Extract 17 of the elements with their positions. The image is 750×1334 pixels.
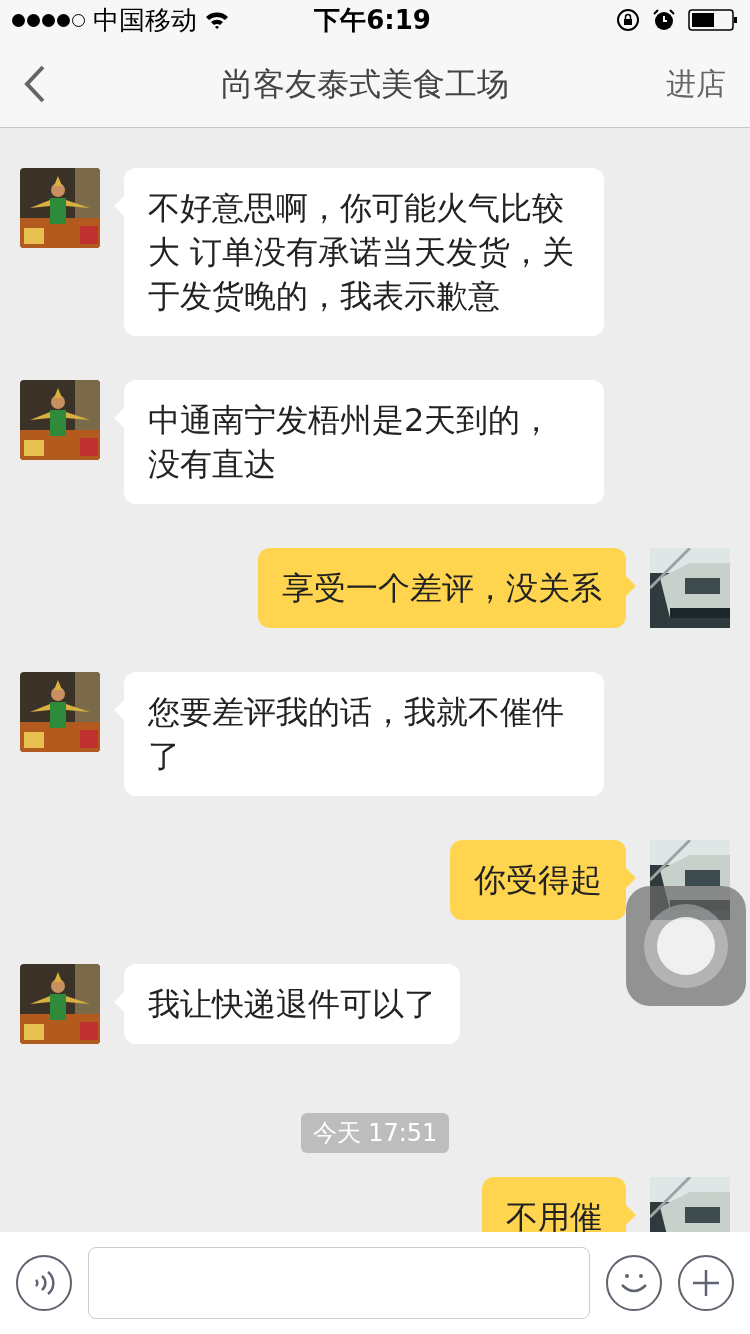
carrier-name: 中国移动 xyxy=(93,3,197,37)
add-button[interactable] xyxy=(678,1255,734,1311)
plus-icon xyxy=(691,1268,721,1298)
rotation-lock-icon xyxy=(616,8,640,32)
voice-button[interactable] xyxy=(16,1255,72,1311)
battery-icon xyxy=(688,9,738,31)
bubble-tail xyxy=(626,576,636,596)
alarm-icon xyxy=(652,8,676,32)
wifi-icon xyxy=(205,10,229,30)
assistive-touch-button[interactable] xyxy=(626,886,746,1006)
message-input[interactable] xyxy=(88,1247,590,1319)
store-link[interactable]: 进店 xyxy=(666,61,726,106)
chevron-left-icon xyxy=(24,64,46,103)
clock: 下午6:19 xyxy=(313,3,432,37)
emoji-button[interactable] xyxy=(606,1255,662,1311)
timestamp: 今天 17:51 xyxy=(300,1113,450,1153)
chat-title: 尚客友泰式美食工场 xyxy=(220,63,510,105)
